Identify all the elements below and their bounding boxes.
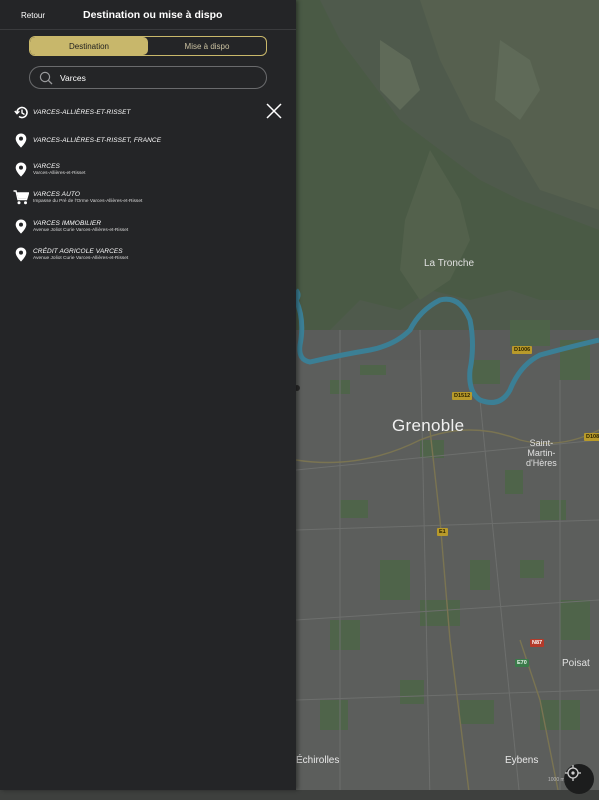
history-icon [13,104,29,120]
map-label-la-tronche: La Tronche [424,258,475,269]
result-subtitle: Impasse du Pré de l'Orme Varces-Allières… [33,199,143,205]
road-badge-d1512: D1512 [452,392,473,400]
search-icon [35,67,57,89]
result-item[interactable]: VARCES-ALLIÈRES-ET-RISSET, FRANCE [0,127,296,156]
map-label-saint-martin-dheres: Saint- Martin- d'Hères [526,438,557,468]
result-title: VARCES AUTO [33,191,80,199]
road-badge-n87: N87 [530,639,545,647]
pin-icon [13,247,29,263]
back-button[interactable]: Retour [21,11,45,20]
destination-panel: Retour Destination ou mise à dispo Desti… [0,0,296,790]
map-label-grenoble: Grenoble [392,416,465,435]
search-value[interactable]: Varces [60,73,86,83]
result-subtitle: Avenue Joliot Curie Varces-Allières-et-R… [33,256,129,262]
search-results-list: VARCES-ALLIÈRES-ET-RISSET VARCES-ALLIÈRE… [0,98,296,269]
road-badge-e1: E1 [437,528,448,536]
map-label-poisat: Poisat [562,658,590,669]
cart-icon [13,190,29,206]
tab-destination[interactable]: Destination [30,37,148,55]
pin-icon [13,161,29,177]
result-item[interactable]: VARCES IMMOBILIER Avenue Joliot Curie Va… [0,212,296,241]
locate-me-button[interactable] [564,764,594,794]
map-label-echirolles: Échirolles [296,755,340,766]
map-label-eybens: Eybens [505,755,539,766]
pin-icon [13,133,29,149]
page-title: Destination ou mise à dispo [83,9,223,21]
result-title: VARCES IMMOBILIER [33,219,102,227]
result-title: CRÉDIT AGRICOLE VARCES [33,248,123,256]
road-badge-d108: D108 [584,433,599,441]
crosshair-icon [565,765,581,781]
result-title: VARCES [33,162,60,170]
mode-segmented-control: Destination Mise à dispo [29,36,267,56]
result-title: VARCES-ALLIÈRES-ET-RISSET [33,108,131,116]
result-subtitle: Varces-Allières-et-Risset [33,170,86,176]
result-item[interactable]: VARCES Varces-Allières-et-Risset [0,155,296,184]
search-input[interactable]: Varces [29,66,267,89]
pin-icon [13,218,29,234]
panel-header: Retour Destination ou mise à dispo [0,0,296,30]
road-badge-d1006: D1006 [512,346,533,354]
result-title: VARCES-ALLIÈRES-ET-RISSET, FRANCE [33,137,162,145]
tab-mise-a-dispo[interactable]: Mise à dispo [148,37,266,55]
result-subtitle: Avenue Joliot Curie Varces-Allières-et-R… [33,227,129,233]
result-item[interactable]: VARCES AUTO Impasse du Pré de l'Orme Var… [0,184,296,213]
result-item[interactable]: VARCES-ALLIÈRES-ET-RISSET [0,98,296,127]
result-item[interactable]: CRÉDIT AGRICOLE VARCES Avenue Joliot Cur… [0,241,296,270]
road-badge-e70: E70 [515,659,529,667]
